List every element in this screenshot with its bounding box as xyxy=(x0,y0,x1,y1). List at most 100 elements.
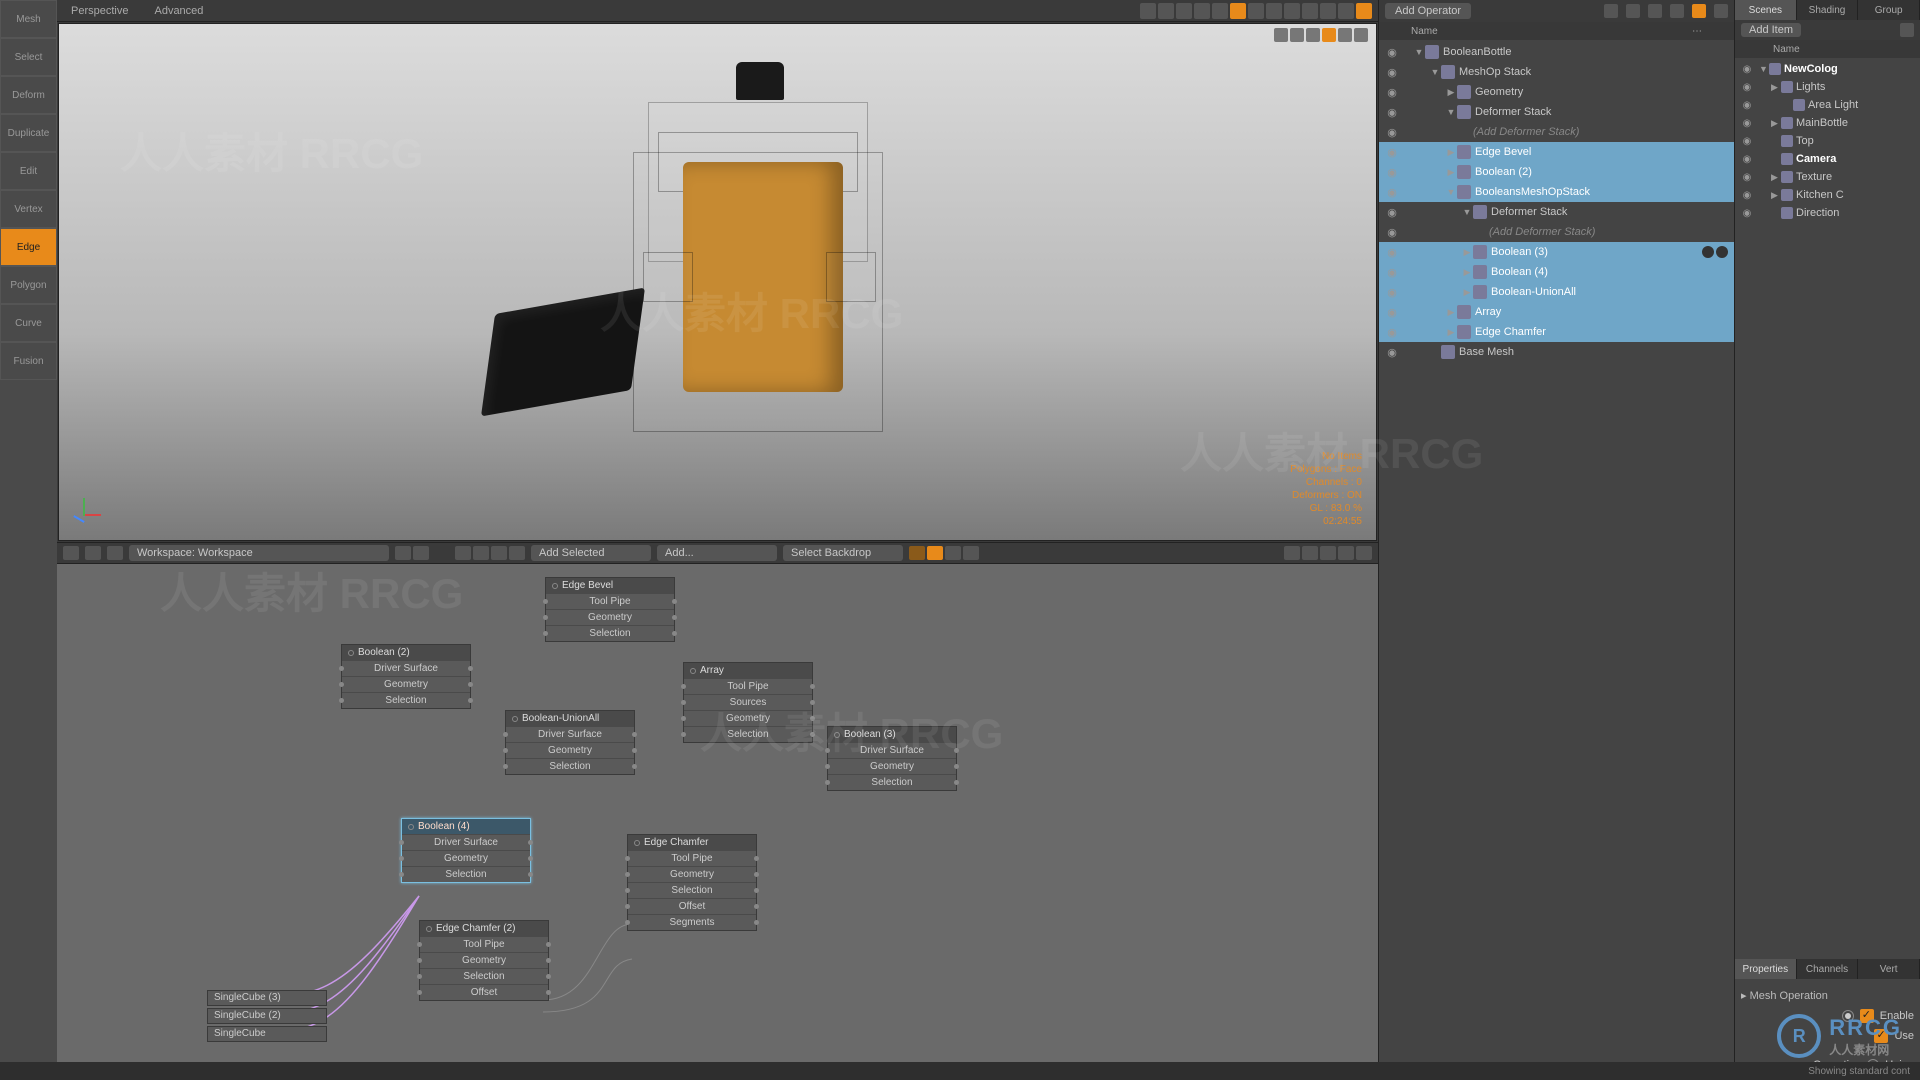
op-tree-row[interactable]: ◉▼BooleanBottle xyxy=(1379,42,1734,62)
scene-tree-row[interactable]: ◉Camera xyxy=(1735,150,1920,168)
vp-icon-4[interactable] xyxy=(1194,3,1210,19)
op-min-icon[interactable] xyxy=(1648,4,1662,18)
vp-icon-9[interactable] xyxy=(1284,3,1300,19)
viewport-mode-advanced[interactable]: Advanced xyxy=(146,3,211,19)
scene-tree[interactable]: ◉▼NewColog◉▶Lights◉Area Light◉▶MainBottl… xyxy=(1735,58,1920,959)
scene-tree-row[interactable]: ◉▶Kitchen C xyxy=(1735,186,1920,204)
node-edge-chamfer-2[interactable]: Edge Chamfer (2) Tool Pipe Geometry Sele… xyxy=(419,920,549,1001)
op-tree-row[interactable]: ◉▶Boolean (3) xyxy=(1379,242,1734,262)
visibility-eye-icon[interactable]: ◉ xyxy=(1379,306,1405,319)
axis-gizmo[interactable] xyxy=(73,494,103,524)
ne-icon-c3[interactable] xyxy=(945,546,961,560)
tool-edit[interactable]: Edit xyxy=(0,152,57,190)
ne-icon-4[interactable] xyxy=(455,546,471,560)
vp-icon-10[interactable] xyxy=(1302,3,1318,19)
visibility-eye-icon[interactable]: ◉ xyxy=(1379,166,1405,179)
badge-icon[interactable] xyxy=(1716,246,1728,258)
scene-tree-row[interactable]: ◉▶MainBottle xyxy=(1735,114,1920,132)
ne-icon-6[interactable] xyxy=(491,546,507,560)
scene-tree-row[interactable]: ◉▼NewColog xyxy=(1735,60,1920,78)
op-tree-row[interactable]: ◉▼BooleansMeshOpStack xyxy=(1379,182,1734,202)
visibility-eye-icon[interactable]: ◉ xyxy=(1379,346,1405,359)
node-boolean-2[interactable]: Boolean (2) Driver Surface Geometry Sele… xyxy=(341,644,471,709)
visibility-eye-icon[interactable]: ◉ xyxy=(1379,326,1405,339)
op-menu-icon[interactable] xyxy=(1714,4,1728,18)
visibility-eye-icon[interactable]: ◉ xyxy=(1739,64,1755,75)
node-singlecube[interactable]: SingleCube xyxy=(207,1026,327,1042)
scene-menu-icon[interactable] xyxy=(1900,23,1914,37)
vp-icon-2[interactable] xyxy=(1158,3,1174,19)
op-tree-row[interactable]: ◉▼MeshOp Stack xyxy=(1379,62,1734,82)
visibility-eye-icon[interactable]: ◉ xyxy=(1379,106,1405,119)
vp-icon-11[interactable] xyxy=(1320,3,1336,19)
vp-icon-13[interactable] xyxy=(1356,3,1372,19)
vp-nav-icon-2[interactable] xyxy=(1290,28,1304,42)
visibility-eye-icon[interactable]: ◉ xyxy=(1739,100,1755,111)
badge-icon[interactable] xyxy=(1702,246,1714,258)
node-boolean-4-selected[interactable]: Boolean (4) Driver Surface Geometry Sele… xyxy=(401,818,531,883)
op-rec-icon[interactable] xyxy=(1692,4,1706,18)
visibility-eye-icon[interactable]: ◉ xyxy=(1739,136,1755,147)
col-expand-icon[interactable]: ⋯ xyxy=(1692,26,1702,37)
op-tree-row[interactable]: ◉Base Mesh xyxy=(1379,342,1734,362)
visibility-eye-icon[interactable]: ◉ xyxy=(1379,46,1405,59)
node-edge-chamfer[interactable]: Edge Chamfer Tool Pipe Geometry Selectio… xyxy=(627,834,757,931)
tool-polygon[interactable]: Polygon xyxy=(0,266,57,304)
vp-icon-8[interactable] xyxy=(1266,3,1282,19)
visibility-eye-icon[interactable]: ◉ xyxy=(1379,246,1405,259)
enable-check[interactable] xyxy=(1860,1009,1874,1023)
node-singlecube-3[interactable]: SingleCube (3) xyxy=(207,990,327,1006)
ne-icon-c2[interactable] xyxy=(927,546,943,560)
scene-tree-row[interactable]: ◉▶Lights xyxy=(1735,78,1920,96)
vp-nav-icon-4[interactable] xyxy=(1322,28,1336,42)
add-item-dropdown[interactable]: Add Item xyxy=(1741,23,1801,37)
scene-tree-row[interactable]: ◉Top xyxy=(1735,132,1920,150)
scene-tab-shading[interactable]: Shading xyxy=(1797,0,1859,20)
scene-tree-row[interactable]: ◉▶Texture xyxy=(1735,168,1920,186)
node-singlecube-2[interactable]: SingleCube (2) xyxy=(207,1008,327,1024)
visibility-eye-icon[interactable]: ◉ xyxy=(1739,208,1755,219)
use-check[interactable] xyxy=(1874,1029,1888,1043)
vp-icon-12[interactable] xyxy=(1338,3,1354,19)
vp-icon-7[interactable] xyxy=(1248,3,1264,19)
node-edge-bevel[interactable]: Edge Bevel Tool Pipe Geometry Selection xyxy=(545,577,675,642)
vp-nav-icon-1[interactable] xyxy=(1274,28,1288,42)
node-editor[interactable]: Edge Bevel Tool Pipe Geometry Selection … xyxy=(57,564,1378,1080)
visibility-eye-icon[interactable]: ◉ xyxy=(1379,226,1405,239)
op-tree-row[interactable]: ◉▶Boolean-UnionAll xyxy=(1379,282,1734,302)
tool-edge[interactable]: Edge xyxy=(0,228,57,266)
props-tab-vert[interactable]: Vert xyxy=(1858,959,1920,979)
select-backdrop-dropdown[interactable]: Select Backdrop xyxy=(783,545,903,561)
add-selected-dropdown[interactable]: Add Selected xyxy=(531,545,651,561)
visibility-eye-icon[interactable]: ◉ xyxy=(1379,126,1405,139)
op-tree-row[interactable]: ◉(Add Deformer Stack) xyxy=(1379,122,1734,142)
operator-tree[interactable]: ◉▼BooleanBottle◉▼MeshOp Stack◉▶Geometry◉… xyxy=(1379,40,1734,1080)
scene-tree-row[interactable]: ◉Direction xyxy=(1735,204,1920,222)
op-tree-row[interactable]: ◉▶Geometry xyxy=(1379,82,1734,102)
op-max-icon[interactable] xyxy=(1670,4,1684,18)
enable-radio[interactable] xyxy=(1842,1010,1854,1022)
ne-icon-grid2[interactable] xyxy=(413,546,429,560)
tool-mesh[interactable]: Mesh xyxy=(0,0,57,38)
ne-icon-c4[interactable] xyxy=(963,546,979,560)
visibility-eye-icon[interactable]: ◉ xyxy=(1379,146,1405,159)
scene-tree-row[interactable]: ◉Area Light xyxy=(1735,96,1920,114)
ne-icon-3[interactable] xyxy=(107,546,123,560)
tool-vertex[interactable]: Vertex xyxy=(0,190,57,228)
op-tree-row[interactable]: ◉▶Array xyxy=(1379,302,1734,322)
visibility-eye-icon[interactable]: ◉ xyxy=(1379,286,1405,299)
add-dropdown[interactable]: Add... xyxy=(657,545,777,561)
vp-icon-5[interactable] xyxy=(1212,3,1228,19)
op-tree-row[interactable]: ◉▶Edge Chamfer xyxy=(1379,322,1734,342)
op-tree-row[interactable]: ◉▶Boolean (2) xyxy=(1379,162,1734,182)
props-tab-properties[interactable]: Properties xyxy=(1735,959,1797,979)
ne-icon-7[interactable] xyxy=(509,546,525,560)
op-tree-row[interactable]: ◉▶Edge Bevel xyxy=(1379,142,1734,162)
workspace-dropdown[interactable]: Workspace: Workspace xyxy=(129,545,389,561)
visibility-eye-icon[interactable]: ◉ xyxy=(1739,172,1755,183)
visibility-eye-icon[interactable]: ◉ xyxy=(1739,154,1755,165)
op-play-icon[interactable] xyxy=(1604,4,1618,18)
visibility-eye-icon[interactable]: ◉ xyxy=(1739,118,1755,129)
vp-nav-icon-5[interactable] xyxy=(1338,28,1352,42)
op-tree-row[interactable]: ◉▼Deformer Stack xyxy=(1379,102,1734,122)
